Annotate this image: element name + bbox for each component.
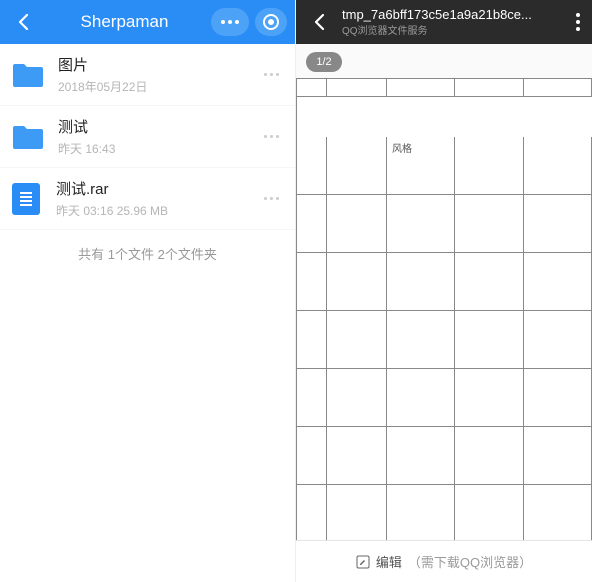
list-item[interactable]: 测试.rar 昨天 03:16 25.96 MB (0, 168, 295, 230)
document-title: tmp_7a6bff173c5e1a9a21b8ce... (342, 7, 564, 22)
file-name: 测试 (58, 116, 260, 137)
table-cell (297, 369, 327, 427)
list-item[interactable]: 图片 2018年05月22日 (0, 44, 295, 106)
table-cell (327, 195, 387, 253)
item-more-button[interactable] (260, 193, 283, 204)
table-cell (455, 485, 523, 540)
table-cell (327, 137, 387, 195)
table-cell (387, 79, 455, 97)
dots-icon (264, 135, 279, 138)
item-more-button[interactable] (260, 69, 283, 80)
folder-icon (12, 62, 44, 88)
table-cell (327, 253, 387, 311)
folder-icon (12, 124, 44, 150)
list-summary: 共有 1个文件 2个文件夹 (0, 230, 295, 277)
target-button[interactable] (255, 8, 287, 36)
table-cell (327, 79, 387, 97)
edit-hint: （需下载QQ浏览器） (408, 552, 532, 571)
table-cell (327, 427, 387, 485)
back-button[interactable] (8, 7, 38, 37)
table-cell (387, 253, 455, 311)
back-button[interactable] (304, 7, 334, 37)
table-cell (297, 79, 327, 97)
table-cell (455, 79, 523, 97)
table-cell (455, 369, 523, 427)
dots-icon (221, 20, 239, 24)
table-cell (387, 195, 455, 253)
more-actions-button[interactable] (211, 8, 249, 36)
page-title: Sherpaman (44, 12, 205, 32)
table-cell (524, 369, 592, 427)
file-meta: 2018年05月22日 (58, 78, 260, 95)
file-info: 测试.rar 昨天 03:16 25.96 MB (56, 178, 260, 219)
table-cell (455, 253, 523, 311)
table-cell (524, 137, 592, 195)
list-item[interactable]: 测试 昨天 16:43 (0, 106, 295, 168)
archive-icon (12, 183, 40, 215)
table-cell (387, 311, 455, 369)
table-cell (297, 253, 327, 311)
table-cell (524, 311, 592, 369)
document-title-block: tmp_7a6bff173c5e1a9a21b8ce... QQ浏览器文件服务 (342, 7, 564, 37)
edit-icon (356, 555, 370, 569)
document-viewer-panel: tmp_7a6bff173c5e1a9a21b8ce... QQ浏览器文件服务 … (296, 0, 592, 582)
page-indicator: 1/2 (306, 52, 342, 72)
table-cell (455, 137, 523, 195)
table-cell (524, 427, 592, 485)
table-cell (327, 311, 387, 369)
document-subtitle: QQ浏览器文件服务 (342, 22, 564, 37)
dots-icon (264, 197, 279, 200)
table-cell (327, 369, 387, 427)
table-cell (455, 311, 523, 369)
file-name: 图片 (58, 54, 260, 75)
table-cell (297, 195, 327, 253)
target-icon (263, 14, 279, 30)
table-cell (524, 253, 592, 311)
table-cell (387, 485, 455, 540)
file-meta: 昨天 03:16 25.96 MB (56, 202, 260, 219)
menu-button[interactable] (572, 9, 584, 35)
table-cell (455, 195, 523, 253)
table-cell (455, 427, 523, 485)
table-cell (387, 369, 455, 427)
edit-bar[interactable]: 编辑 （需下载QQ浏览器） (296, 540, 592, 582)
table-cell (297, 485, 327, 540)
file-browser-panel: Sherpaman 图片 2018年05月22日 (0, 0, 296, 582)
file-info: 测试 昨天 16:43 (58, 116, 260, 157)
table-cell (297, 137, 327, 195)
table-cell: 风格 (387, 137, 455, 195)
file-browser-header: Sherpaman (0, 0, 295, 44)
table-cell (387, 427, 455, 485)
table-cell (297, 311, 327, 369)
table-cell (297, 427, 327, 485)
edit-label: 编辑 (376, 552, 402, 571)
dots-icon (264, 73, 279, 76)
table-cell (524, 195, 592, 253)
document-content[interactable]: 风格 (296, 78, 592, 540)
file-name: 测试.rar (56, 178, 260, 199)
document-header: tmp_7a6bff173c5e1a9a21b8ce... QQ浏览器文件服务 (296, 0, 592, 44)
table-cell (524, 79, 592, 97)
table-cell (327, 485, 387, 540)
item-more-button[interactable] (260, 131, 283, 142)
file-info: 图片 2018年05月22日 (58, 54, 260, 95)
table-cell (524, 485, 592, 540)
file-meta: 昨天 16:43 (58, 140, 260, 157)
file-list: 图片 2018年05月22日 测试 昨天 16:43 (0, 44, 295, 582)
